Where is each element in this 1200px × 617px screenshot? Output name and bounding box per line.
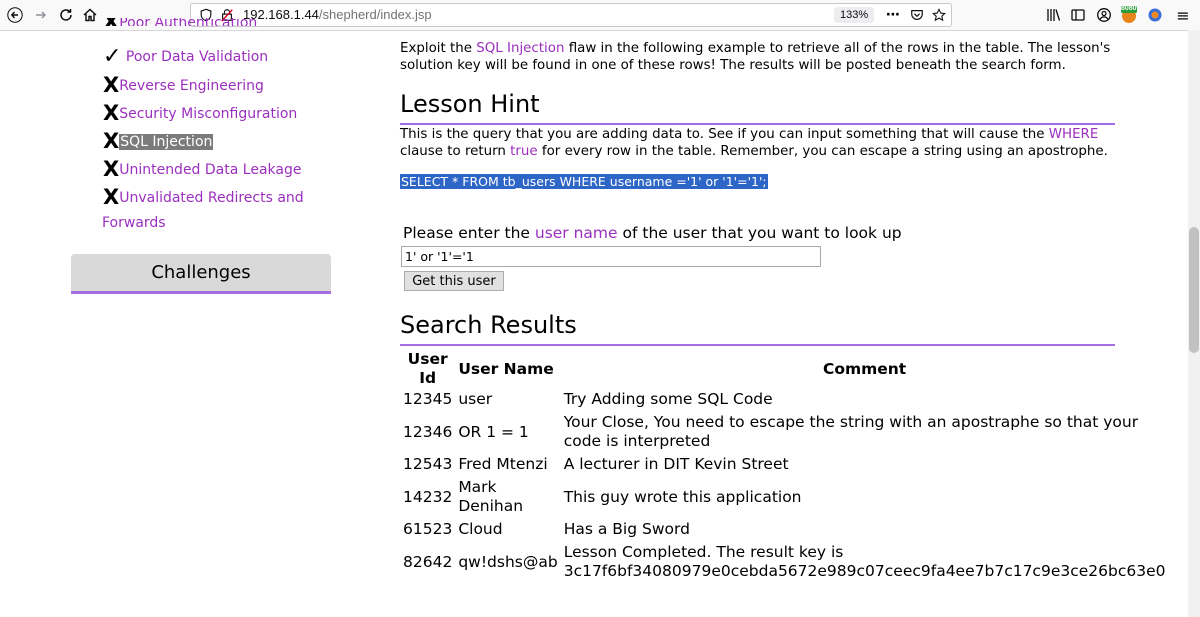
lesson-label-selected: SQL Injection (119, 134, 214, 150)
table-row: 12345 user Try Adding some SQL Code (400, 388, 1168, 411)
hint-keyword: true (510, 144, 538, 159)
prompt-keyword: user name (534, 224, 618, 242)
table-header-row: User Id User Name Comment (400, 350, 1168, 388)
cell-user-name: Mark Denihan (458, 478, 524, 515)
cell-user-id: 12345 (403, 390, 453, 408)
cell-user-id: 14232 (403, 487, 453, 506)
lesson-item-reverse-engineering[interactable]: XReverse Engineering (103, 73, 264, 97)
lesson-label: Poor Data Validation (125, 49, 269, 65)
divider (400, 123, 1115, 125)
cell-user-id: 12346 (403, 422, 453, 441)
username-input[interactable] (401, 246, 821, 267)
back-icon[interactable] (4, 4, 26, 26)
lesson-item-security-misconfiguration[interactable]: XSecurity Misconfiguration (103, 101, 297, 125)
browser-toolbar: 192.168.1.44/shepherd/index.jsp 133% ⋯ 8… (0, 0, 1200, 31)
lesson-item-unvalidated-redirects[interactable]: XUnvalidated Redirects and Forwards (102, 185, 304, 231)
scrollbar-thumb[interactable] (1189, 227, 1199, 353)
page-scrollbar[interactable] (1188, 30, 1200, 617)
column-header-user-id: User Id (407, 350, 448, 387)
prompt-text: Please enter the (403, 224, 535, 242)
account-icon[interactable] (1094, 5, 1114, 25)
table-row: 14232 Mark Denihan This guy wrote this app… (400, 476, 1168, 518)
lesson-sidebar: XPoor Authentication ✓ Poor Data Validat… (0, 18, 360, 617)
cell-comment: Lesson Completed. The result key is 3c17… (563, 543, 1166, 580)
lesson-label: Poor Authentication (119, 18, 258, 26)
table-row: 12346 OR 1 = 1 Your Close, You need to esc… (400, 411, 1168, 453)
cell-user-id: 61523 (403, 520, 453, 538)
bookmark-star-icon[interactable] (931, 7, 947, 23)
lesson-content: Exploit the SQL Injection flaw in the fo… (400, 30, 1165, 617)
cell-comment: Your Close, You need to escape the strin… (563, 413, 1139, 450)
table-row: 12543 Fred Mtenzi A lecturer in DIT Kevin … (400, 453, 1168, 476)
hint-text-part: This is the query that you are adding da… (400, 127, 1049, 142)
sql-query-highlighted: SELECT * FROM tb_users WHERE username ='… (400, 174, 768, 189)
menu-icon[interactable]: ≡ (1173, 5, 1193, 25)
lesson-intro: Exploit the SQL Injection flaw in the fo… (400, 40, 1115, 74)
lesson-label: Security Misconfiguration (119, 106, 298, 122)
search-results-title: Search Results (400, 311, 577, 339)
lesson-label-continuation: Forwards (102, 215, 166, 231)
page-actions-icon[interactable]: ⋯ (885, 7, 901, 23)
table-row: 82642 qw!dshs@ab Lesson Completed. The res… (400, 541, 1168, 583)
column-header-comment: Comment (822, 359, 907, 378)
proxy-port-badge: 8080 (1121, 5, 1137, 12)
prompt-text: of the user that you want to look up (617, 224, 902, 242)
lesson-item-sql-injection[interactable]: XSQL Injection (103, 129, 214, 153)
table-row: 61523 Cloud Has a Big Sword (400, 518, 1168, 541)
cell-comment: A lecturer in DIT Kevin Street (563, 455, 789, 473)
results-table: User Id User Name Comment 12345 user Try A… (400, 350, 1168, 583)
intro-text: Exploit the (400, 41, 477, 56)
cell-user-name: user (458, 390, 493, 408)
sql-injection-link[interactable]: SQL Injection (476, 41, 564, 56)
cell-comment: Try Adding some SQL Code (563, 390, 773, 408)
sidebar-toggle-icon[interactable] (1068, 5, 1088, 25)
lesson-hint-title: Lesson Hint (400, 90, 540, 118)
incomplete-x-icon: X (103, 185, 120, 209)
hint-text-part: clause to return (400, 144, 511, 159)
divider (400, 344, 1115, 346)
column-header-user-name: User Name (458, 359, 554, 378)
hint-text: This is the query that you are adding da… (400, 126, 1115, 160)
cell-user-id: 82642 (403, 552, 453, 571)
url-text: 192.168.1.44/shepherd/index.jsp (243, 7, 432, 22)
get-user-button[interactable]: Get this user (404, 271, 504, 291)
cell-user-id: 12543 (403, 455, 453, 473)
cell-comment: Has a Big Sword (563, 520, 690, 538)
lesson-item-partial[interactable]: XPoor Authentication (103, 18, 257, 26)
cell-user-name: Fred Mtenzi (458, 455, 548, 473)
cell-user-name: qw!dshs@ab (458, 552, 558, 571)
extension-icon[interactable] (1145, 5, 1165, 25)
cell-comment: This guy wrote this application (563, 487, 802, 506)
zoom-indicator[interactable]: 133% (834, 7, 875, 23)
library-icon[interactable] (1044, 5, 1064, 25)
pocket-icon[interactable] (909, 7, 925, 23)
incomplete-x-icon: X (103, 73, 120, 97)
hint-text-part: for every row in the table. Remember, yo… (537, 144, 1108, 159)
address-bar[interactable]: 192.168.1.44/shepherd/index.jsp 133% ⋯ (190, 3, 952, 27)
proxy-extension-icon[interactable]: 8080 (1119, 5, 1139, 25)
hint-keyword: WHERE (1048, 127, 1099, 142)
lesson-label: Reverse Engineering (119, 78, 264, 94)
home-icon[interactable] (79, 4, 101, 26)
incomplete-x-icon: X (103, 101, 120, 125)
completed-check-icon: ✓ (103, 44, 122, 69)
forward-icon[interactable] (30, 4, 52, 26)
lesson-item-unintended-data-leakage[interactable]: XUnintended Data Leakage (103, 157, 301, 181)
cell-user-name: Cloud (458, 520, 503, 538)
cell-user-name: OR 1 = 1 (458, 422, 529, 441)
incomplete-x-icon: X (103, 129, 120, 153)
challenges-button[interactable]: Challenges (71, 254, 331, 294)
incomplete-x-icon: X (103, 157, 120, 181)
lesson-label: Unvalidated Redirects and (119, 190, 304, 206)
lookup-prompt: Please enter the user name of the user t… (403, 224, 902, 242)
url-path: /shepherd/index.jsp (318, 7, 432, 22)
lesson-label: Unintended Data Leakage (119, 162, 302, 178)
reload-icon[interactable] (55, 4, 77, 26)
lesson-item-poor-data-validation[interactable]: ✓ Poor Data Validation (103, 44, 268, 69)
